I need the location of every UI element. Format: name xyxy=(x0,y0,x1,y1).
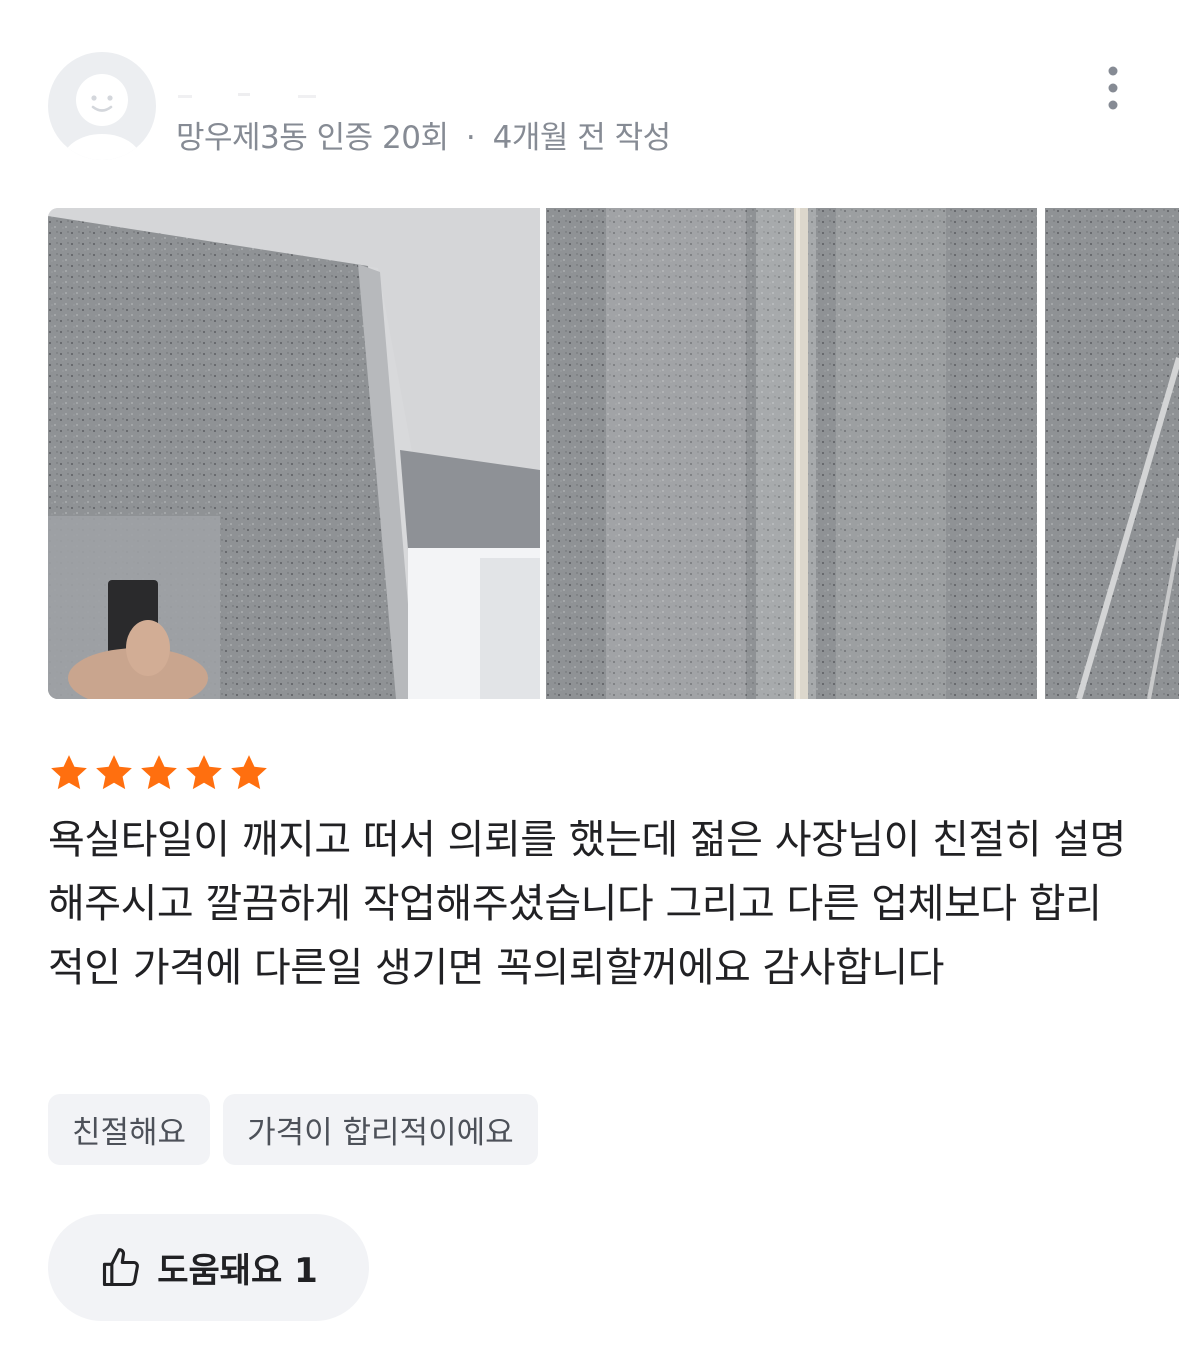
review-meta: 망우제3동 인증 20회 · 4개월 전 작성 xyxy=(176,112,671,157)
review-photo-1[interactable] xyxy=(48,208,540,699)
review-tags: 친절해요 가격이 합리적이에요 xyxy=(48,1094,538,1165)
review-time: 4개월 전 작성 xyxy=(492,120,672,156)
helpful-label: 도움돼요 1 xyxy=(157,1251,318,1291)
more-options-button[interactable] xyxy=(1094,60,1132,124)
star-icon xyxy=(51,755,87,790)
tag-reasonable-price: 가격이 합리적이에요 xyxy=(223,1094,538,1165)
star-icon xyxy=(186,755,222,790)
star-icon xyxy=(141,755,177,790)
meta-separator: · xyxy=(465,120,476,156)
star-icon xyxy=(96,755,132,790)
review-photo-2[interactable] xyxy=(546,208,1037,699)
review-photo-carousel[interactable] xyxy=(48,208,1179,699)
default-profile-icon xyxy=(62,74,142,160)
star-icon xyxy=(231,755,267,790)
star-rating xyxy=(48,752,270,796)
author-location-verification: 망우제3동 인증 20회 xyxy=(176,120,449,156)
more-vertical-icon xyxy=(1108,66,1118,110)
avatar[interactable] xyxy=(48,52,156,160)
helpful-button[interactable]: 도움돼요 1 xyxy=(48,1214,369,1321)
review-text: 욕실타일이 깨지고 떠서 의뢰를 했는데 젊은 사장님이 친절히 설명해주시고 … xyxy=(48,817,1126,991)
tag-kind: 친절해요 xyxy=(48,1094,211,1165)
review-photo-3[interactable] xyxy=(1045,208,1179,699)
author-name[interactable] xyxy=(178,88,378,102)
thumbs-up-icon xyxy=(103,1247,140,1286)
